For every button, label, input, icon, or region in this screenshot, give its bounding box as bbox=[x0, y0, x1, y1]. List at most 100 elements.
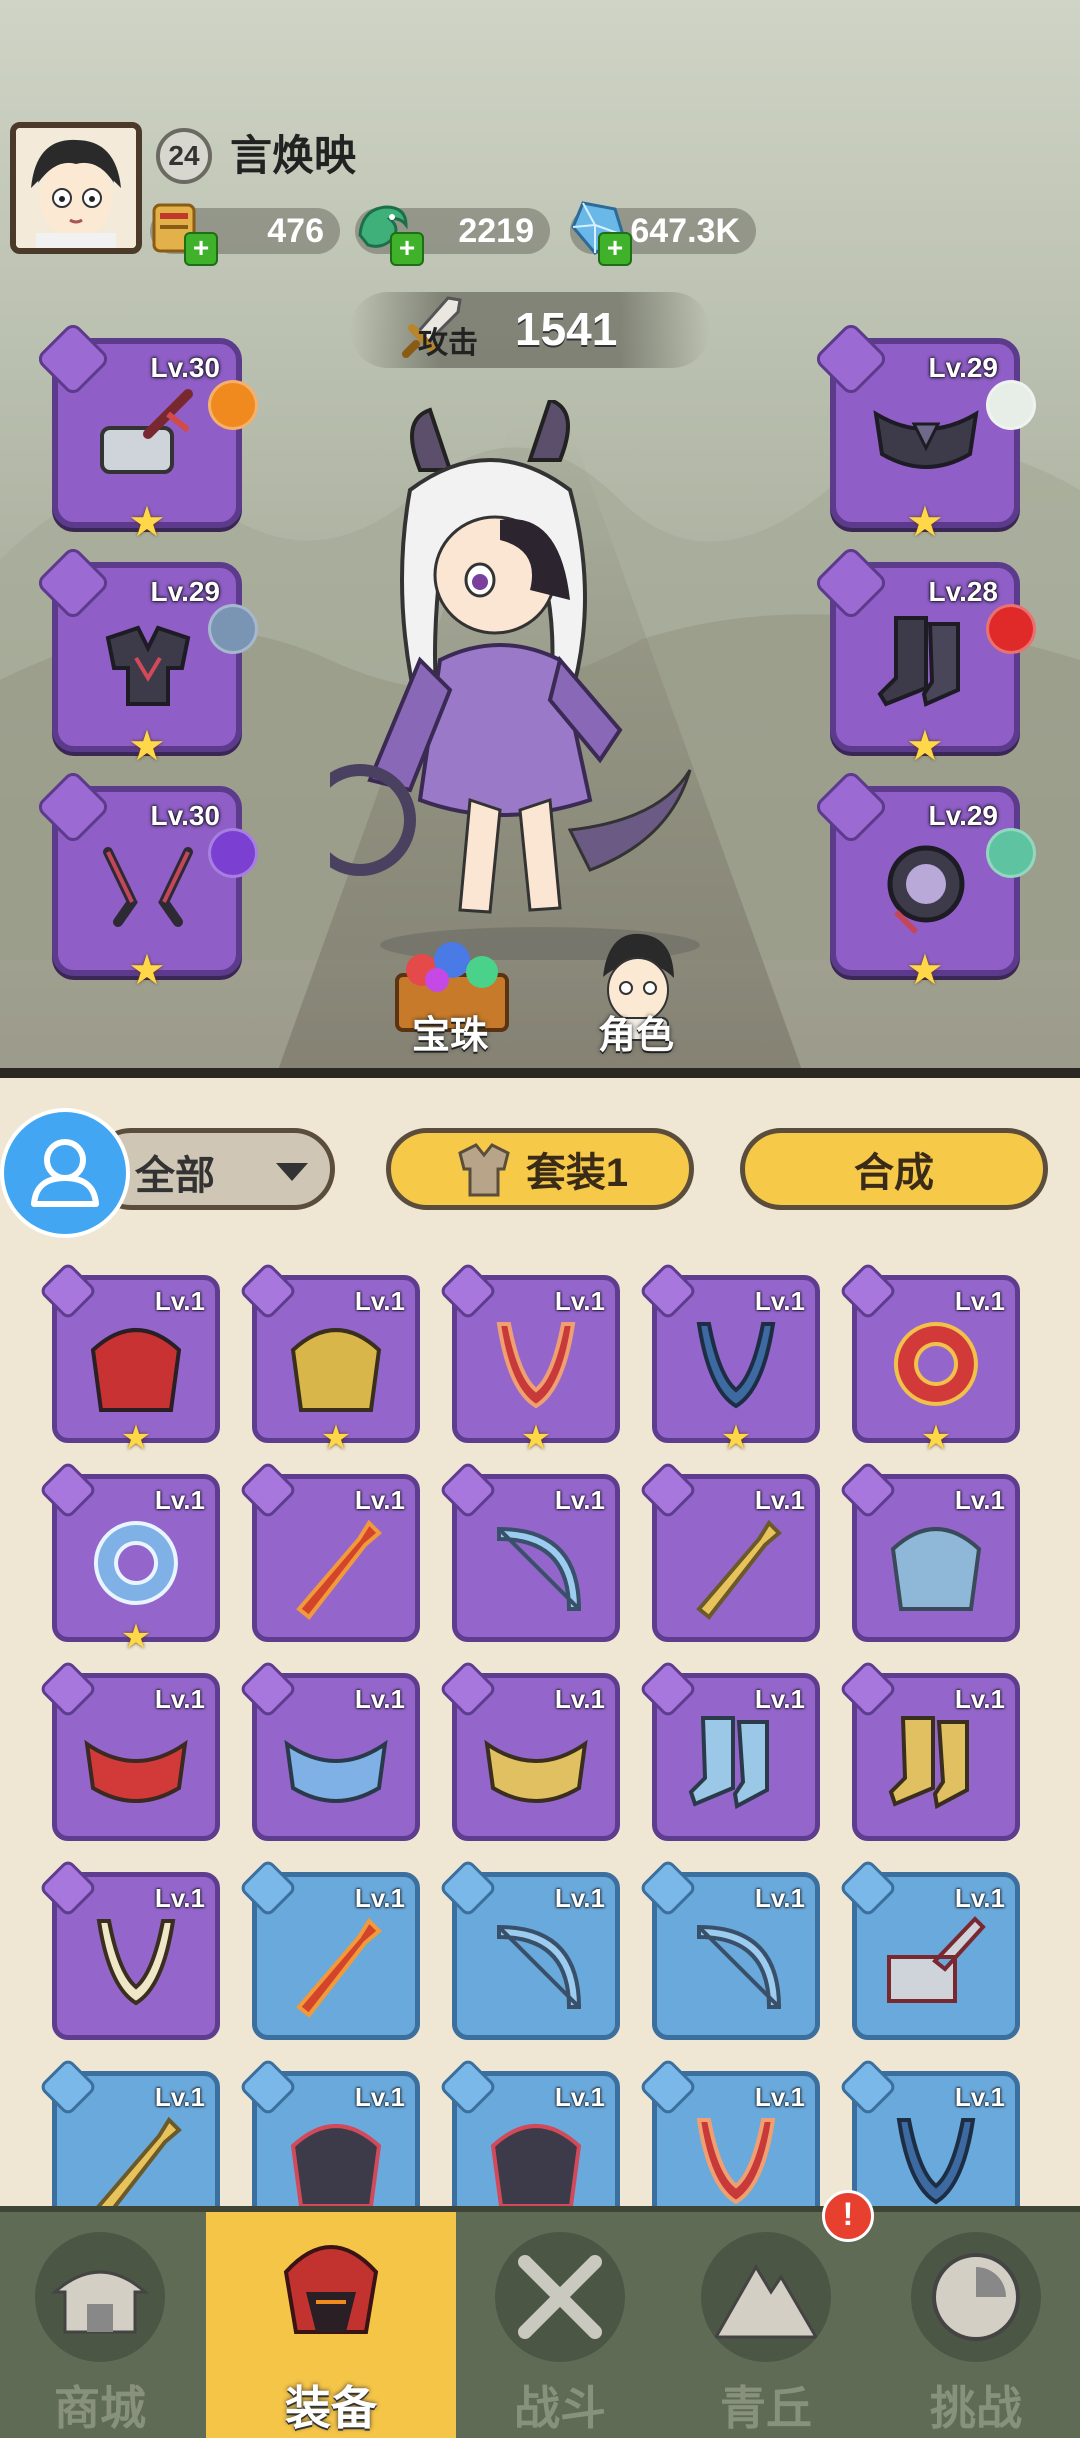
equip-slot-ring[interactable]: Lv.29 ★ bbox=[812, 768, 1036, 992]
necklace-blue-icon bbox=[896, 2118, 976, 2205]
gem-orb-icon[interactable] bbox=[208, 828, 258, 878]
star-icon: ★ bbox=[720, 1419, 752, 1457]
inventory-item[interactable]: Lv.1 ★ bbox=[238, 1261, 420, 1456]
dark-ring-icon bbox=[887, 845, 965, 935]
player-level: 24 bbox=[156, 128, 212, 184]
item-level: Lv.1 bbox=[154, 1684, 205, 1714]
necklace-blue-icon bbox=[696, 1322, 776, 1409]
equipment-set-label: 套装1 bbox=[525, 1151, 629, 1195]
item-level: Lv.1 bbox=[954, 1485, 1005, 1515]
armor-dark-icon bbox=[290, 2124, 382, 2208]
equip-level: Lv.29 bbox=[928, 352, 998, 383]
equip-level: Lv.30 bbox=[150, 800, 220, 831]
item-level: Lv.1 bbox=[754, 1286, 805, 1316]
inventory-item[interactable]: Lv.1 bbox=[838, 1858, 1020, 2040]
dark-boots-icon bbox=[877, 616, 960, 707]
item-level: Lv.1 bbox=[354, 1286, 405, 1316]
inventory-item[interactable]: Lv.1 bbox=[838, 1460, 1020, 1642]
inventory-item[interactable]: Lv.1 bbox=[438, 1858, 620, 2040]
mountain-icon bbox=[701, 2232, 831, 2362]
necklace-red-icon bbox=[696, 2118, 776, 2205]
orb-button-label[interactable]: 宝珠 bbox=[412, 1004, 488, 1059]
star-icon: ★ bbox=[120, 1419, 152, 1457]
equip-level: Lv.30 bbox=[150, 352, 220, 383]
item-level: Lv.1 bbox=[354, 1684, 405, 1714]
inventory-item[interactable]: Lv.1 ★ bbox=[638, 1261, 820, 1456]
star-icon: ★ bbox=[906, 498, 944, 545]
hammer-icon bbox=[887, 1916, 986, 2003]
staff-gold-icon bbox=[96, 2116, 182, 2217]
item-level: Lv.1 bbox=[154, 1883, 205, 1913]
inventory-item[interactable]: Lv.1 ★ bbox=[838, 1261, 1020, 1456]
gem-orb-icon[interactable] bbox=[986, 828, 1036, 878]
nav-label: 青丘 bbox=[720, 2382, 812, 2434]
equip-slot-weapon[interactable]: Lv.30 ★ bbox=[34, 320, 258, 544]
inventory-item[interactable]: Lv.1 bbox=[238, 1659, 420, 1841]
hammer-icon bbox=[100, 389, 193, 474]
player-avatar[interactable] bbox=[10, 122, 142, 254]
nav-tab-qingqiu[interactable]: 青丘 ! bbox=[666, 2190, 874, 2438]
inventory-item[interactable]: Lv.1 bbox=[38, 1659, 220, 1841]
inventory-item[interactable]: Lv.1 bbox=[838, 1659, 1020, 1841]
inventory-item[interactable]: Lv.1 ★ bbox=[38, 1460, 220, 1655]
inventory-item[interactable]: Lv.1 bbox=[638, 1659, 820, 1841]
challenge-icon bbox=[911, 2232, 1041, 2362]
add-scroll-button[interactable]: + bbox=[184, 232, 218, 266]
hero-character[interactable] bbox=[330, 400, 710, 960]
star-icon: ★ bbox=[920, 1419, 952, 1457]
user-icon bbox=[31, 1139, 99, 1207]
nav-tab-battle[interactable]: 战斗 bbox=[460, 2212, 660, 2438]
inventory-item[interactable]: Lv.1 ★ bbox=[38, 1261, 220, 1456]
bow-ice-icon bbox=[497, 1924, 582, 2009]
inventory-item[interactable]: Lv.1 ★ bbox=[438, 1261, 620, 1456]
gem-orb-icon[interactable] bbox=[986, 380, 1036, 430]
staff-fire-icon bbox=[296, 1917, 382, 2018]
belt-blue-icon bbox=[284, 1739, 388, 1803]
add-jade-button[interactable]: + bbox=[390, 232, 424, 266]
add-crystal-button[interactable]: + bbox=[598, 232, 632, 266]
inventory-item[interactable]: Lv.1 bbox=[38, 1858, 220, 2040]
inventory-item[interactable]: Lv.1 bbox=[238, 1858, 420, 2040]
item-level: Lv.1 bbox=[154, 2082, 205, 2112]
item-level: Lv.1 bbox=[154, 1485, 205, 1515]
ring-red-icon bbox=[893, 1322, 978, 1406]
nav-tab-shop[interactable]: 商城 bbox=[0, 2212, 200, 2438]
item-level: Lv.1 bbox=[354, 2082, 405, 2112]
boots-ice-icon bbox=[688, 1716, 769, 1810]
gem-orb-icon[interactable] bbox=[208, 380, 258, 430]
equip-slot-armor[interactable]: Lv.29 ★ bbox=[34, 544, 258, 768]
equip-level: Lv.29 bbox=[150, 576, 220, 607]
notification-badge: ! bbox=[822, 2190, 874, 2242]
nav-label: 商城 bbox=[54, 2382, 146, 2434]
inventory-item[interactable]: Lv.1 bbox=[638, 1460, 820, 1642]
nav-tab-equipment[interactable]: 装备 bbox=[206, 2212, 456, 2438]
equip-slot-belt[interactable]: Lv.29 ★ bbox=[812, 320, 1036, 544]
shop-icon bbox=[35, 2232, 165, 2362]
dark-necklace-icon bbox=[103, 847, 193, 927]
combine-button[interactable]: 合成 bbox=[740, 1128, 1048, 1210]
inventory-item[interactable]: Lv.1 bbox=[438, 1659, 620, 1841]
nav-tab-challenge[interactable]: 挑战 bbox=[876, 2212, 1076, 2438]
item-level: Lv.1 bbox=[554, 1286, 605, 1316]
item-level: Lv.1 bbox=[954, 1286, 1005, 1316]
boots-gold-icon bbox=[888, 1716, 969, 1810]
staff-fire-icon bbox=[296, 1519, 382, 1620]
ring-blue-icon bbox=[93, 1521, 178, 1605]
equip-slot-necklace[interactable]: Lv.30 ★ bbox=[34, 768, 258, 992]
gem-orb-icon[interactable] bbox=[208, 604, 258, 654]
scene-divider bbox=[0, 1068, 1080, 1078]
inventory-item[interactable]: Lv.1 bbox=[638, 1858, 820, 2040]
filter-label: 全部 bbox=[135, 1154, 215, 1198]
staff-gold-icon bbox=[696, 1519, 782, 1620]
equipment-set-button[interactable]: 套装1 bbox=[386, 1128, 694, 1210]
item-level: Lv.1 bbox=[554, 2082, 605, 2112]
inventory-item[interactable]: Lv.1 bbox=[438, 1460, 620, 1642]
gem-orb-icon[interactable] bbox=[986, 604, 1036, 654]
equip-slot-boots[interactable]: Lv.28 ★ bbox=[812, 544, 1036, 768]
item-level: Lv.1 bbox=[554, 1883, 605, 1913]
inventory-item[interactable]: Lv.1 bbox=[238, 1460, 420, 1642]
character-button-label[interactable]: 角色 bbox=[598, 1004, 674, 1059]
user-button[interactable] bbox=[0, 1108, 130, 1238]
star-icon: ★ bbox=[320, 1419, 352, 1457]
player-name: 言焕映 bbox=[230, 132, 357, 179]
